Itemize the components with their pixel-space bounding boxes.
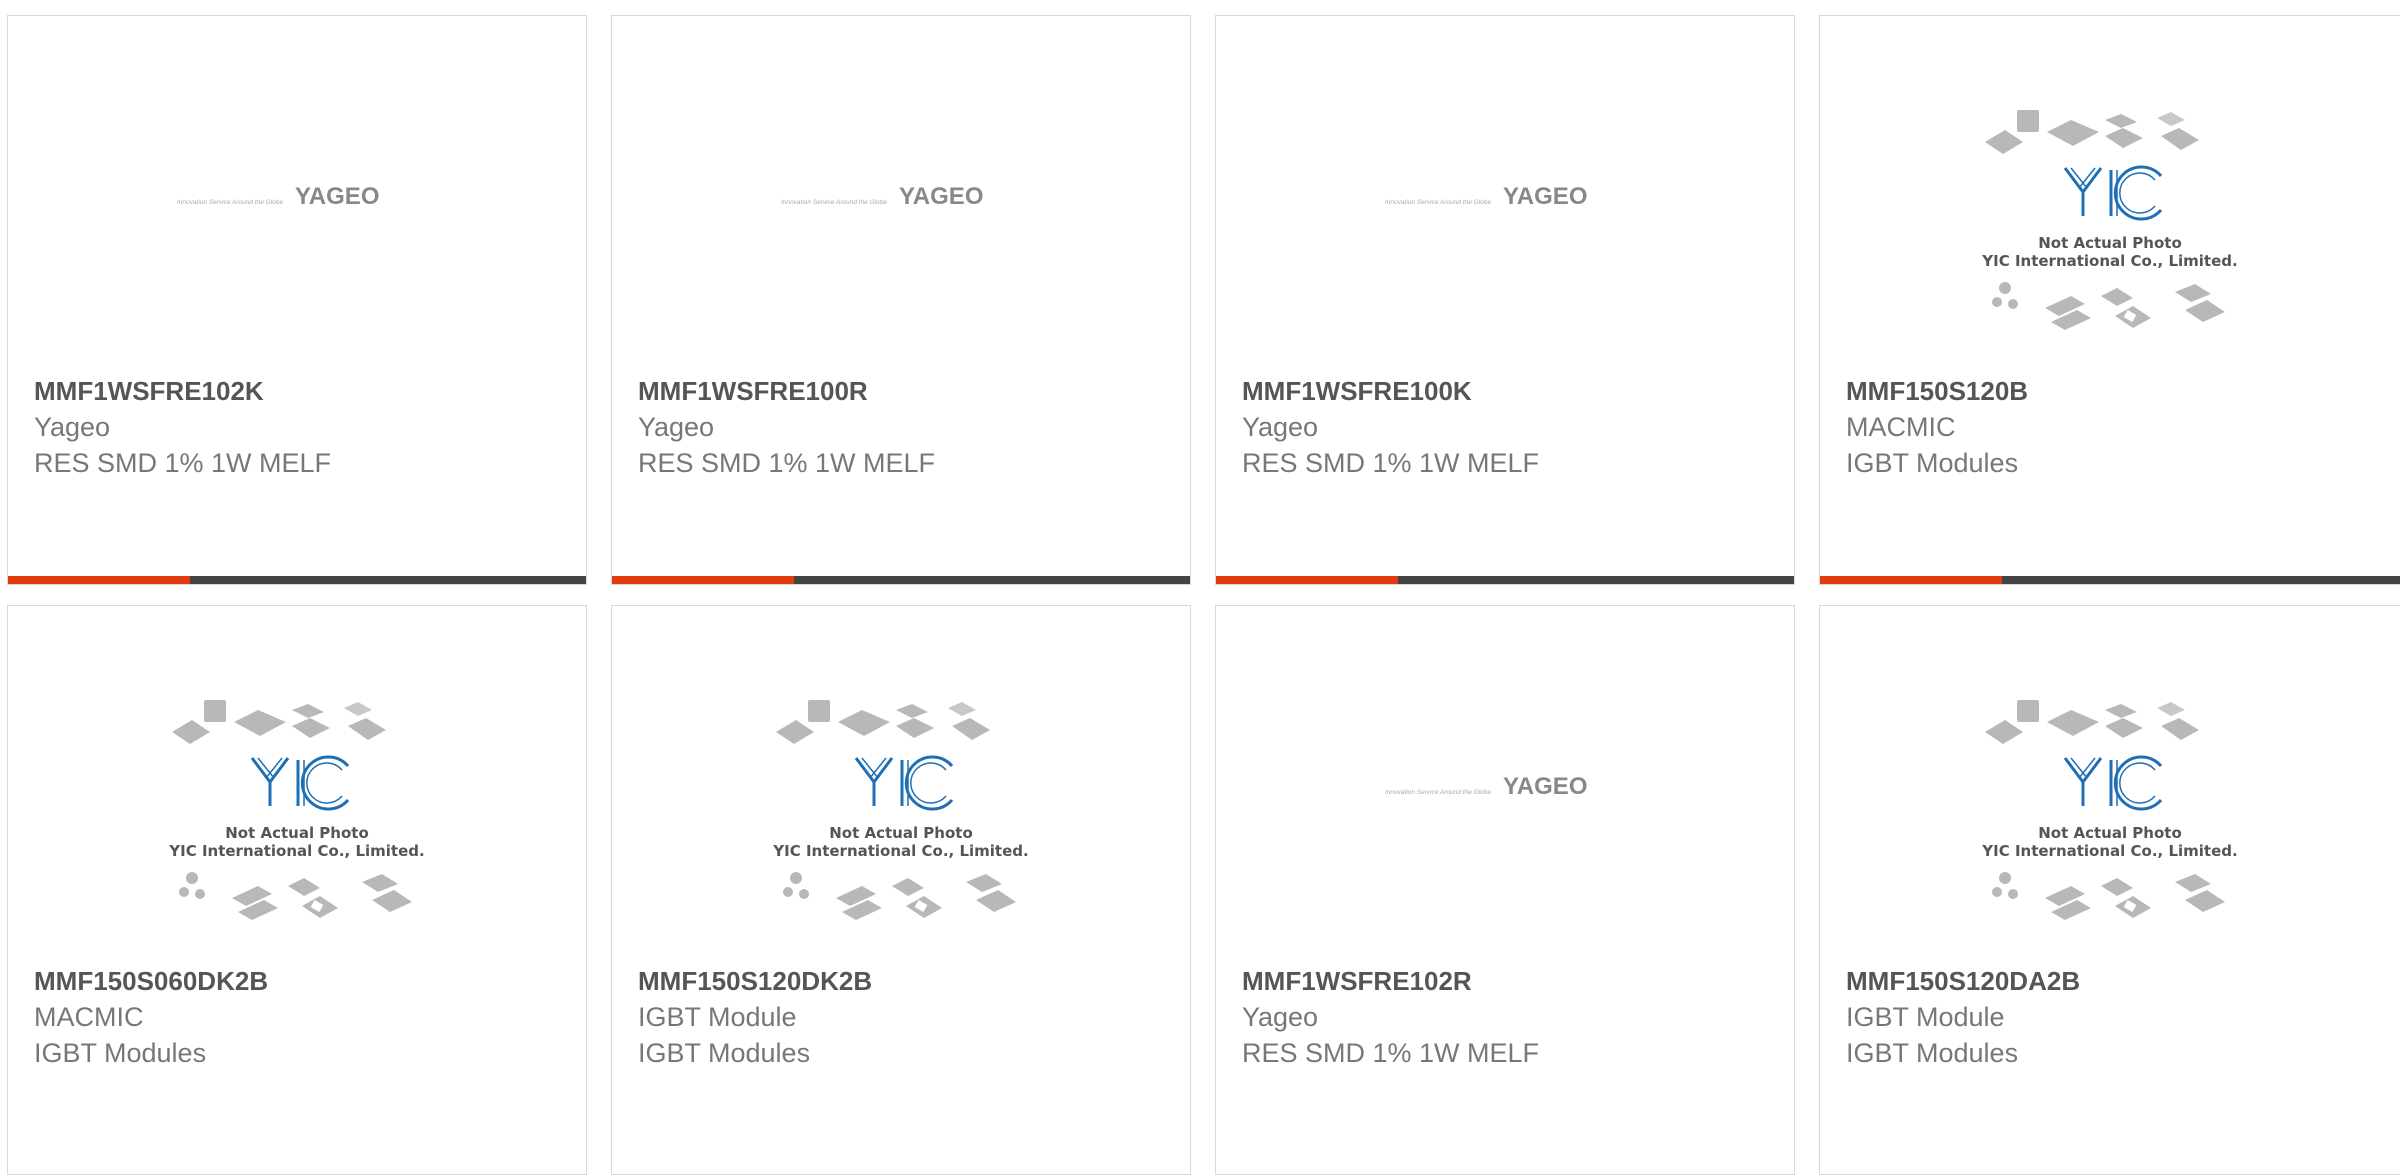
card-footer-accent: [8, 576, 190, 584]
description: RES SMD 1% 1W MELF: [638, 448, 936, 478]
product-card[interactable]: Innovation Service Around the Globe YAGE…: [1215, 605, 1795, 1175]
part-number[interactable]: MMF1WSFRE100R: [638, 376, 868, 407]
description: IGBT Modules: [34, 1038, 207, 1068]
yageo-logo: Innovation Service Around the Globe YAGE…: [177, 183, 379, 210]
manufacturer: Yageo: [34, 412, 111, 442]
description: IGBT Modules: [638, 1038, 811, 1068]
manufacturer: MACMIC: [1846, 412, 1956, 442]
svg-text:YIC International Co., Limited: YIC International Co., Limited.: [168, 842, 424, 860]
svg-text:Not Actual Photo: Not Actual Photo: [829, 824, 973, 842]
product-card[interactable]: Innovation Service Around the Globe YAGE…: [1215, 15, 1795, 585]
manufacturer: Yageo: [1242, 1002, 1319, 1032]
svg-text:YIC International Co., Limited: YIC International Co., Limited.: [1981, 252, 2237, 270]
card-footer-bar: [612, 576, 1190, 584]
product-image: Innovation Service Around the Globe YAGE…: [1216, 16, 1794, 356]
part-number[interactable]: MMF1WSFRE102K: [34, 376, 264, 407]
svg-text:Innovation Service Around the: Innovation Service Around the Globe: [781, 199, 887, 206]
product-image: Innovation Service Around the Globe YAGE…: [612, 16, 1190, 356]
product-image: Not Actual Photo YIC International Co., …: [1820, 606, 2400, 946]
card-footer-bar: [1216, 576, 1794, 584]
product-card[interactable]: Not Actual Photo YIC International Co., …: [7, 605, 587, 1175]
manufacturer: Yageo: [638, 412, 715, 442]
svg-text:Innovation Service Around the: Innovation Service Around the Globe: [177, 199, 283, 206]
product-card[interactable]: Innovation Service Around the Globe YAGE…: [611, 15, 1191, 585]
product-image: Not Actual Photo YIC International Co., …: [612, 606, 1190, 946]
part-number[interactable]: MMF150S120DA2B: [1846, 966, 2080, 997]
svg-text:Innovation Service Around the: Innovation Service Around the Globe: [1385, 199, 1491, 206]
description: IGBT Modules: [1846, 448, 2019, 478]
yic-not-actual-photo-image: Not Actual Photo YIC International Co., …: [772, 700, 1029, 920]
svg-text:YAGEO: YAGEO: [1503, 773, 1587, 800]
card-footer-accent: [612, 576, 794, 584]
product-image: Innovation Service Around the Globe YAGE…: [1216, 606, 1794, 946]
part-number[interactable]: MMF150S120B: [1846, 376, 2028, 407]
card-footer-bar: [1820, 576, 2400, 584]
yageo-logo: Innovation Service Around the Globe YAGE…: [1385, 773, 1587, 800]
part-number[interactable]: MMF1WSFRE100K: [1242, 376, 1472, 407]
part-number[interactable]: MMF150S060DK2B: [34, 966, 268, 997]
svg-text:YAGEO: YAGEO: [899, 183, 983, 210]
yic-not-actual-photo-image: Not Actual Photo YIC International Co., …: [168, 700, 425, 920]
product-grid: Innovation Service Around the Globe YAGE…: [0, 0, 2400, 1175]
product-card[interactable]: Not Actual Photo YIC International Co., …: [1819, 15, 2400, 585]
manufacturer: MACMIC: [34, 1002, 144, 1032]
product-card[interactable]: Not Actual Photo YIC International Co., …: [1819, 605, 2400, 1175]
card-footer-accent: [1820, 576, 2002, 584]
yic-not-actual-photo-image: Not Actual Photo YIC International Co., …: [1981, 110, 2238, 330]
svg-text:Not Actual Photo: Not Actual Photo: [2038, 234, 2182, 252]
card-footer-accent: [1216, 576, 1398, 584]
part-number[interactable]: MMF150S120DK2B: [638, 966, 872, 997]
description: RES SMD 1% 1W MELF: [1242, 448, 1540, 478]
svg-text:Innovation Service Around the: Innovation Service Around the Globe: [1385, 789, 1491, 796]
product-card[interactable]: Not Actual Photo YIC International Co., …: [611, 605, 1191, 1175]
card-footer-bar: [8, 576, 586, 584]
description: RES SMD 1% 1W MELF: [34, 448, 332, 478]
manufacturer: Yageo: [1242, 412, 1319, 442]
svg-text:YIC International Co., Limited: YIC International Co., Limited.: [772, 842, 1028, 860]
svg-text:YAGEO: YAGEO: [295, 183, 379, 210]
product-image: Not Actual Photo YIC International Co., …: [1820, 16, 2400, 356]
svg-text:Not Actual Photo: Not Actual Photo: [225, 824, 369, 842]
manufacturer: IGBT Module: [638, 1002, 797, 1032]
yic-not-actual-photo-image: Not Actual Photo YIC International Co., …: [1981, 700, 2238, 920]
manufacturer: IGBT Module: [1846, 1002, 2005, 1032]
svg-text:Not Actual Photo: Not Actual Photo: [2038, 824, 2182, 842]
yageo-logo: Innovation Service Around the Globe YAGE…: [781, 183, 983, 210]
product-image: Not Actual Photo YIC International Co., …: [8, 606, 586, 946]
product-card[interactable]: Innovation Service Around the Globe YAGE…: [7, 15, 587, 585]
svg-text:YAGEO: YAGEO: [1503, 183, 1587, 210]
product-image: Innovation Service Around the Globe YAGE…: [8, 16, 586, 356]
svg-text:YIC International Co., Limited: YIC International Co., Limited.: [1981, 842, 2237, 860]
yageo-logo: Innovation Service Around the Globe YAGE…: [1385, 183, 1587, 210]
description: RES SMD 1% 1W MELF: [1242, 1038, 1540, 1068]
description: IGBT Modules: [1846, 1038, 2019, 1068]
part-number[interactable]: MMF1WSFRE102R: [1242, 966, 1472, 997]
